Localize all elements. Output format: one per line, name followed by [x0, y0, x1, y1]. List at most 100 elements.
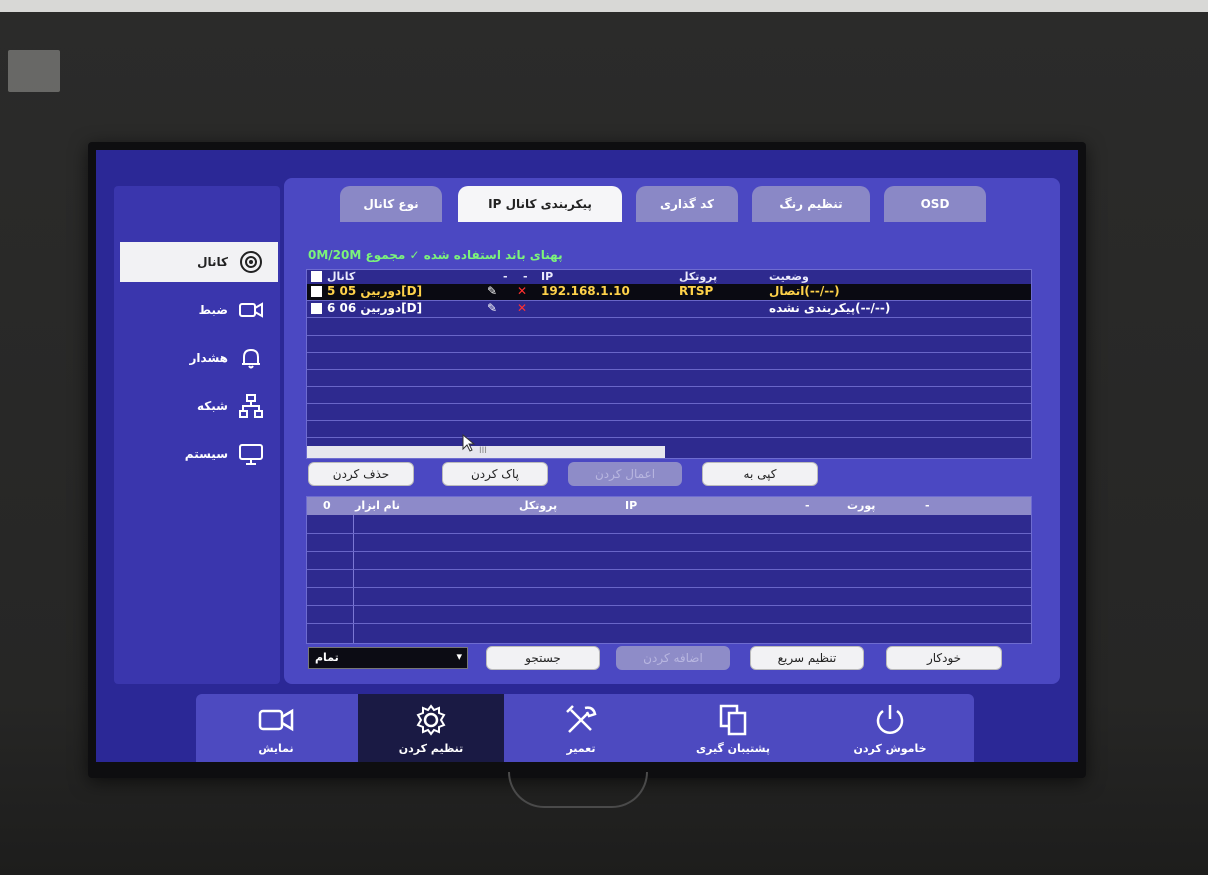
search-button[interactable]: جستجو	[486, 646, 600, 670]
col-device-name: نام ابزار	[355, 499, 400, 512]
row-divider	[307, 605, 1031, 606]
horizontal-scrollbar[interactable]: III	[307, 446, 665, 458]
sidebar: کانال ضبط هشدار شبکه سیستم	[114, 186, 280, 684]
row-divider	[307, 569, 1031, 570]
table-row[interactable]: 6 دوربین 06[D] ✎ ✕ پیکربندی نشده(--/--)	[307, 301, 1031, 318]
tab-channel-type[interactable]: نوع کانال	[340, 186, 442, 222]
dock-item-label: تعمیر	[566, 741, 596, 755]
tab-bar: نوع کانال IP پیکربندی کانال کد گذاری تنظ…	[340, 186, 1050, 226]
col-ip: IP	[625, 499, 638, 512]
edit-icon[interactable]: ✎	[487, 301, 497, 315]
network-icon	[239, 394, 263, 418]
bottom-dock: نمایش تنظیم کردن تعمیر پشتیبان گیری خامو…	[196, 694, 974, 762]
dvr-screen: کانال ضبط هشدار شبکه سیستم نوع کانال IP …	[96, 150, 1078, 762]
row-divider	[307, 623, 1031, 624]
dock-item-label: خاموش کردن	[853, 741, 927, 755]
quick-setup-button[interactable]: تنظیم سریع	[750, 646, 864, 670]
filter-select[interactable]: تمام ▾	[308, 647, 468, 669]
channel-table: کانال - - IP پروتکل وضعیت 5 دوربین 05[D]…	[306, 269, 1032, 459]
copy-to-button[interactable]: کپی به	[702, 462, 818, 486]
row-checkbox[interactable]	[311, 286, 322, 297]
dock-item-label: تنظیم کردن	[398, 741, 464, 755]
sidebar-item-label: ضبط	[198, 303, 228, 317]
video-camera-icon	[239, 302, 263, 318]
bell-icon	[242, 348, 260, 369]
sidebar-item-network[interactable]: شبکه	[120, 386, 278, 426]
col-count: 0	[323, 499, 331, 512]
row-status: پیکربندی نشده(--/--)	[769, 301, 891, 315]
copy-icon	[719, 704, 747, 735]
clear-button[interactable]: پاک کردن	[442, 462, 548, 486]
filter-value: تمام	[315, 651, 339, 664]
mouse-cursor-icon	[462, 434, 476, 452]
disabled-button-1: اعمال کردن	[568, 462, 682, 486]
dock-item-shutdown[interactable]: خاموش کردن	[810, 694, 970, 762]
row-checkbox[interactable]	[311, 303, 322, 314]
row-divider	[307, 587, 1031, 588]
tab-osd[interactable]: OSD	[884, 186, 986, 222]
dock-item-label: نمایش	[258, 741, 294, 755]
row-divider	[307, 437, 1031, 438]
row-channel: 5 دوربین 05[D]	[327, 284, 423, 298]
auto-button[interactable]: خودکار	[886, 646, 1002, 670]
tab-color-settings[interactable]: تنظیم رنگ	[752, 186, 870, 222]
row-divider	[307, 386, 1031, 387]
row-divider	[307, 403, 1031, 404]
sidebar-item-record[interactable]: ضبط	[120, 290, 278, 330]
dock-item-repair[interactable]: تعمیر	[506, 694, 656, 762]
col-channel: کانال	[327, 270, 356, 283]
row-channel: 6 دوربین 06[D]	[327, 301, 423, 315]
col-dash-1: -	[503, 270, 508, 283]
select-all-checkbox[interactable]	[311, 271, 322, 282]
dock-item-settings[interactable]: تنظیم کردن	[358, 694, 504, 762]
channel-table-header: کانال - - IP پروتکل وضعیت	[307, 270, 1031, 284]
tab-ip-channel-config[interactable]: IP پیکربندی کانال	[458, 186, 622, 222]
sidebar-item-label: سیستم	[184, 447, 228, 461]
delete-icon[interactable]: ✕	[517, 284, 527, 298]
row-status: اتصال(--/--)	[769, 284, 840, 298]
chevron-down-icon: ▾	[456, 650, 462, 663]
device-table-header: 0 نام ابزار پروتکل IP - پورت -	[307, 497, 1031, 515]
device-table: 0 نام ابزار پروتکل IP - پورت -	[306, 496, 1032, 644]
table-row[interactable]: 5 دوربین 05[D] ✎ ✕ 192.168.1.10 RTSP اتص…	[307, 284, 1031, 301]
video-camera-icon	[258, 708, 294, 731]
sidebar-item-alarm[interactable]: هشدار	[120, 338, 278, 378]
camera-icon	[240, 251, 262, 273]
row-divider	[307, 335, 1031, 336]
sidebar-item-system[interactable]: سیستم	[120, 434, 278, 474]
col-ip: IP	[541, 270, 554, 283]
row-divider	[307, 369, 1031, 370]
sidebar-item-label: هشدار	[189, 351, 228, 365]
delete-icon[interactable]: ✕	[517, 301, 527, 315]
sidebar-item-label: کانال	[197, 255, 228, 269]
col-port: پورت	[847, 499, 876, 512]
row-divider	[307, 533, 1031, 534]
disabled-button-2: اضافه کردن	[616, 646, 730, 670]
col-port-dash: -	[805, 499, 810, 512]
wall-sticker	[8, 50, 60, 92]
row-divider	[307, 420, 1031, 421]
tab-encoding[interactable]: کد گذاری	[636, 186, 738, 222]
sidebar-item-label: شبکه	[197, 399, 228, 413]
row-ip: 192.168.1.10	[541, 284, 630, 298]
delete-button[interactable]: حذف کردن	[308, 462, 414, 486]
row-protocol: RTSP	[679, 284, 714, 298]
sidebar-item-channel[interactable]: کانال	[120, 242, 278, 282]
row-divider	[307, 352, 1031, 353]
bandwidth-label: 0M/20M پهنای باند استفاده شده ✓ مجموع	[308, 248, 563, 262]
row-divider	[307, 551, 1031, 552]
dock-item-label: پشتیبان گیری	[696, 741, 770, 755]
edit-icon[interactable]: ✎	[487, 284, 497, 298]
tools-icon	[566, 704, 597, 733]
col-status: وضعیت	[769, 270, 809, 283]
col-dash-2: -	[523, 270, 528, 283]
dock-item-display[interactable]: نمایش	[196, 694, 356, 762]
monitor-icon	[239, 444, 263, 465]
tv-stand	[508, 772, 648, 808]
dock-item-backup[interactable]: پشتیبان گیری	[658, 694, 808, 762]
col-protocol: پروتکل	[679, 270, 718, 283]
scrollbar-grip: III	[479, 446, 487, 456]
power-icon	[876, 704, 904, 734]
col-dash: -	[925, 499, 930, 512]
col-protocol: پروتکل	[519, 499, 558, 512]
